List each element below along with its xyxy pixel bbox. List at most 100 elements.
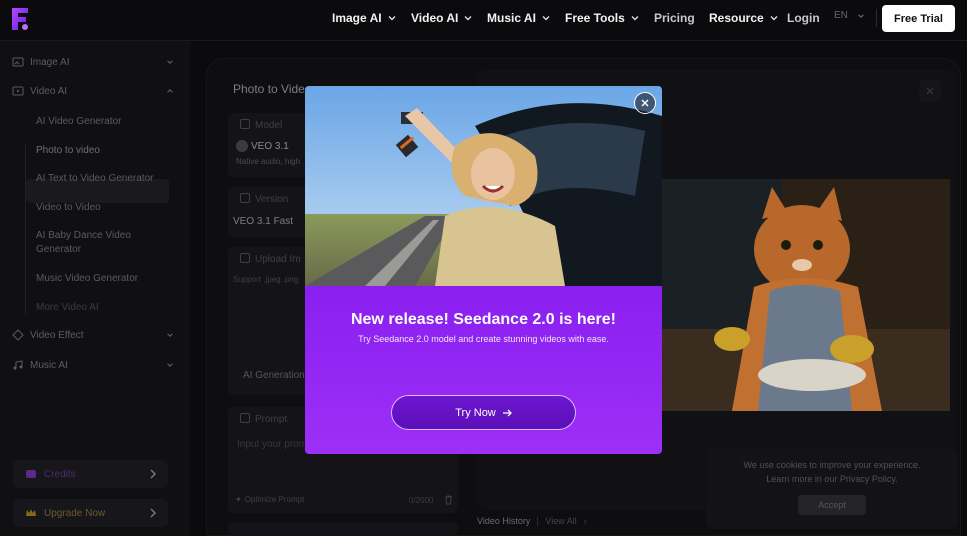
prompt-label-text: Prompt xyxy=(255,414,288,425)
prompt-label: Prompt xyxy=(240,413,287,425)
nav-music-ai-label: Music AI xyxy=(487,11,536,25)
modal-close-button[interactable] xyxy=(634,92,656,114)
view-all-link[interactable]: View All xyxy=(545,516,576,526)
music-icon xyxy=(13,360,23,370)
sidebar-item-label: Music AI xyxy=(30,359,68,371)
sidebar-subitem-more-video-ai[interactable]: More Video AI xyxy=(36,301,156,315)
credits-button[interactable]: Credits xyxy=(13,460,168,488)
image-icon xyxy=(12,57,24,67)
model-icon xyxy=(240,119,250,129)
upload-label-text: Upload Im xyxy=(255,254,301,265)
sidebar-item-music-ai[interactable]: Music AI xyxy=(12,359,174,371)
chevron-right-icon xyxy=(150,469,156,479)
nav-music-ai[interactable]: Music AI xyxy=(487,0,551,36)
version-label-text: Version xyxy=(255,194,289,205)
nav-free-tools[interactable]: Free Tools xyxy=(565,0,640,36)
privacy-policy-link[interactable]: Learn more in our Privacy Policy. xyxy=(706,472,958,486)
sidebar-subitem-photo-to-video[interactable]: Photo to video xyxy=(36,144,156,158)
accept-cookies-button[interactable]: Accept xyxy=(798,495,866,515)
nav-video-ai-label: Video AI xyxy=(411,11,459,25)
logo-icon[interactable] xyxy=(10,6,30,32)
free-trial-button[interactable]: Free Trial xyxy=(882,5,955,32)
nav-image-ai[interactable]: Image AI xyxy=(332,0,397,36)
chevron-down-icon xyxy=(167,363,173,367)
cat-cooking-illustration xyxy=(662,179,950,411)
sidebar-item-video-effect[interactable]: Video Effect xyxy=(12,329,174,341)
optimize-label: Optimize Prompt xyxy=(244,495,305,504)
divider xyxy=(876,9,877,27)
sparkle-icon xyxy=(12,329,24,341)
nav-image-ai-label: Image AI xyxy=(332,11,382,25)
upload-icon xyxy=(240,253,250,263)
modal-title: New release! Seedance 2.0 is here! xyxy=(350,311,617,328)
upgrade-label: Upgrade Now xyxy=(44,507,106,519)
upload-hint: Support .jpeg .png xyxy=(233,275,299,284)
sidebar-item-label: Image AI xyxy=(30,56,70,68)
more-settings-card[interactable] xyxy=(228,522,458,536)
nav-video-ai[interactable]: Video AI xyxy=(411,0,473,36)
sidebar-subitem-video-to-video[interactable]: Video to Video xyxy=(36,201,156,215)
chevron-down-icon xyxy=(631,16,639,21)
sidebar-subitem-text-to-video[interactable]: AI Text to Video Generator xyxy=(36,172,156,186)
chevron-down-icon xyxy=(167,60,173,64)
sparkle-icon: ✦ xyxy=(235,495,242,504)
close-icon xyxy=(641,99,649,107)
tree-line xyxy=(25,145,26,315)
chevron-up-icon xyxy=(167,89,173,93)
chevron-down-icon xyxy=(542,16,550,21)
chevron-down-icon xyxy=(167,333,173,337)
sidebar-item-label: Video AI xyxy=(30,85,68,97)
version-icon xyxy=(240,193,250,203)
ai-generation-tab[interactable]: AI Generation xyxy=(243,370,305,381)
model-label-text: Model xyxy=(255,120,283,131)
language-label: EN xyxy=(834,10,848,21)
try-now-label: Try Now xyxy=(455,406,496,419)
try-now-button[interactable]: Try Now xyxy=(391,395,576,430)
video-history-bar: Video History View All › xyxy=(477,516,587,526)
credits-icon xyxy=(26,470,36,478)
login-link[interactable]: Login xyxy=(787,0,820,36)
video-history-label: Video History xyxy=(477,516,531,526)
nav-resource[interactable]: Resource xyxy=(709,0,779,36)
optimize-prompt-button[interactable]: ✦ Optimize Prompt xyxy=(235,495,304,504)
modal-subtitle: Try Seedance 2.0 model and create stunni… xyxy=(358,334,609,344)
nav-free-tools-label: Free Tools xyxy=(565,11,625,25)
nav-resource-label: Resource xyxy=(709,11,764,25)
sidebar: Image AI Video AI AI Video Generator Pho… xyxy=(0,41,190,536)
sidebar-subitem-baby-dance[interactable]: AI Baby Dance Video Generator xyxy=(36,229,156,257)
login-label: Login xyxy=(787,11,820,25)
sidebar-subitem-music-video[interactable]: Music Video Generator xyxy=(36,272,156,286)
arrow-right-icon xyxy=(502,409,512,416)
chevron-down-icon xyxy=(858,13,864,18)
language-selector[interactable]: EN xyxy=(834,10,865,21)
model-value-text: VEO 3.1 xyxy=(251,140,289,152)
upgrade-now-button[interactable]: Upgrade Now xyxy=(13,499,168,527)
chevron-down-icon xyxy=(388,16,396,21)
prompt-input[interactable]: Input your prom xyxy=(237,439,307,450)
cookie-message: We use cookies to improve your experienc… xyxy=(706,458,958,486)
trash-icon[interactable] xyxy=(444,495,453,505)
cookie-banner: We use cookies to improve your experienc… xyxy=(706,449,958,529)
sidebar-item-video-ai[interactable]: Video AI xyxy=(12,85,174,97)
close-preview-button[interactable] xyxy=(919,80,941,102)
crown-icon xyxy=(26,509,36,516)
chevron-right-icon xyxy=(150,508,156,518)
chevron-down-icon xyxy=(770,16,778,21)
chevron-down-icon xyxy=(464,16,472,21)
model-description: Native audio, high xyxy=(236,157,301,166)
version-label: Version xyxy=(240,193,288,205)
cookie-line-1: We use cookies to improve your experienc… xyxy=(743,460,921,470)
nav-pricing-label: Pricing xyxy=(654,11,695,25)
example-preview-image xyxy=(662,179,950,411)
promo-hero-image xyxy=(305,86,662,286)
sidebar-item-image-ai[interactable]: Image AI xyxy=(12,56,174,68)
upload-label: Upload Im xyxy=(240,253,301,265)
sidebar-subitem-ai-video-generator[interactable]: AI Video Generator xyxy=(36,115,156,129)
video-icon xyxy=(12,86,24,96)
divider xyxy=(537,516,539,526)
promo-modal: New release! Seedance 2.0 is here! Try S… xyxy=(305,86,662,454)
version-value: VEO 3.1 Fast xyxy=(233,216,294,227)
chevron-right-icon: › xyxy=(583,516,587,526)
nav-pricing[interactable]: Pricing xyxy=(654,0,695,36)
model-logo-icon xyxy=(236,140,248,152)
